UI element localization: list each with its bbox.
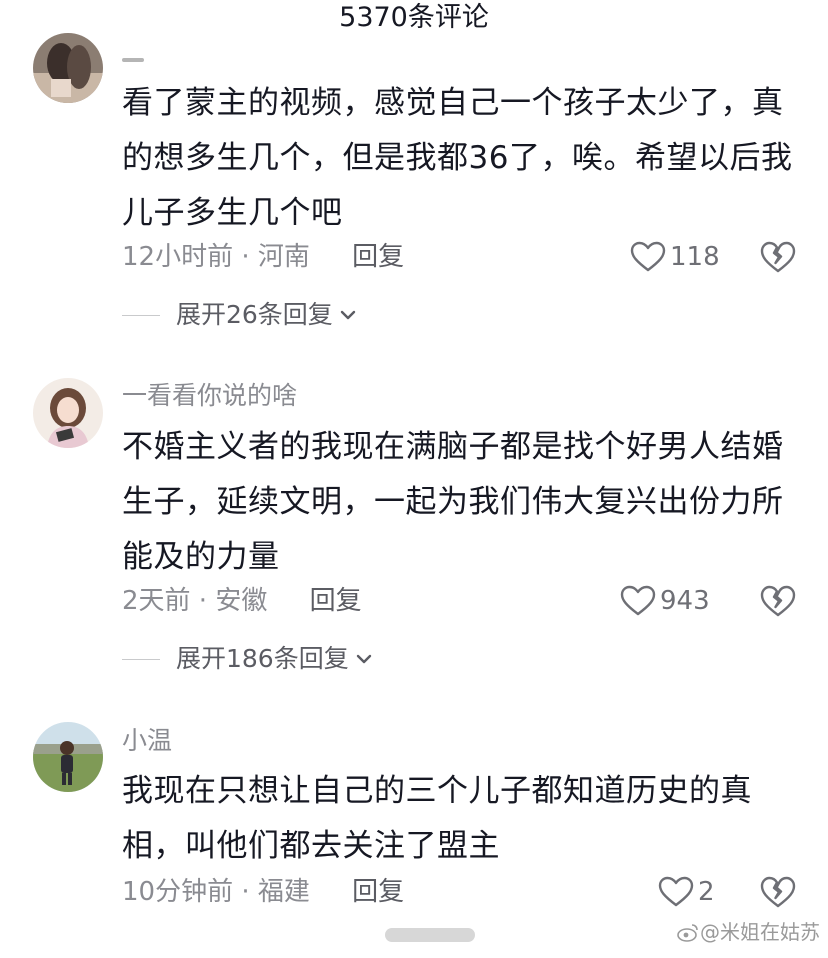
comment-count-title: 5370条评论 (339, 2, 489, 33)
avatar[interactable] (33, 33, 103, 103)
comment-text: 不婚主义者的我现在满脑子都是找个好男人结婚生子，延续文明，一起为我们伟大复兴出份… (122, 429, 784, 575)
heart-icon (620, 585, 656, 616)
username[interactable]: 小温 (122, 726, 172, 756)
expand-replies-label: 展开186条回复 (176, 644, 349, 673)
comment-text: 看了蒙主的视频，感觉自己一个孩子太少了，真的想多生几个，但是我都36了，唉。希望… (122, 85, 793, 231)
reply-button[interactable]: 回复 (352, 877, 404, 907)
comments-header: 5370条评论 (0, 0, 828, 38)
like-count: 2 (698, 877, 715, 907)
username-placeholder (122, 58, 144, 62)
like-button[interactable]: 2 (658, 875, 715, 909)
expand-replies-button[interactable]: 展开26条回复 (122, 300, 357, 330)
like-button[interactable]: 943 (620, 584, 710, 618)
comment-meta: 10分钟前 · 福建 回复 (122, 875, 404, 909)
dislike-button[interactable] (760, 875, 796, 909)
like-button[interactable]: 118 (630, 240, 720, 274)
watermark-text: @米姐在姑苏 (700, 920, 820, 944)
time-location: 2天前 · 安徽 (122, 586, 268, 616)
time-location: 12小时前 · 河南 (122, 242, 310, 272)
like-count: 943 (660, 586, 710, 616)
broken-heart-icon (760, 241, 796, 273)
reply-button[interactable]: 回复 (352, 242, 404, 272)
reply-button[interactable]: 回复 (310, 586, 362, 616)
username[interactable]: 一看看你说的啥 (122, 381, 297, 411)
avatar[interactable] (33, 378, 103, 448)
expand-replies-label: 展开26条回复 (176, 300, 333, 329)
heart-icon (630, 241, 666, 272)
divider (122, 314, 160, 316)
chevron-down-icon (340, 310, 356, 320)
weibo-icon (677, 924, 698, 942)
broken-heart-icon (760, 585, 796, 617)
divider (122, 658, 160, 660)
blur-overlay (385, 928, 475, 942)
comment-meta: 12小时前 · 河南 回复 (122, 240, 404, 274)
broken-heart-icon (760, 876, 796, 908)
like-count: 118 (670, 242, 720, 272)
time-location: 10分钟前 · 福建 (122, 877, 310, 907)
heart-icon (658, 876, 694, 907)
dislike-button[interactable] (760, 240, 796, 274)
chevron-down-icon (356, 654, 371, 664)
comment-meta: 2天前 · 安徽 回复 (122, 584, 362, 618)
avatar[interactable] (33, 722, 103, 792)
comment-text: 我现在只想让自己的三个儿子都知道历史的真相，叫他们都去关注了盟主 (122, 773, 752, 864)
watermark: @米姐在姑苏 (676, 918, 820, 946)
dislike-button[interactable] (760, 584, 796, 618)
expand-replies-button[interactable]: 展开186条回复 (122, 644, 373, 674)
